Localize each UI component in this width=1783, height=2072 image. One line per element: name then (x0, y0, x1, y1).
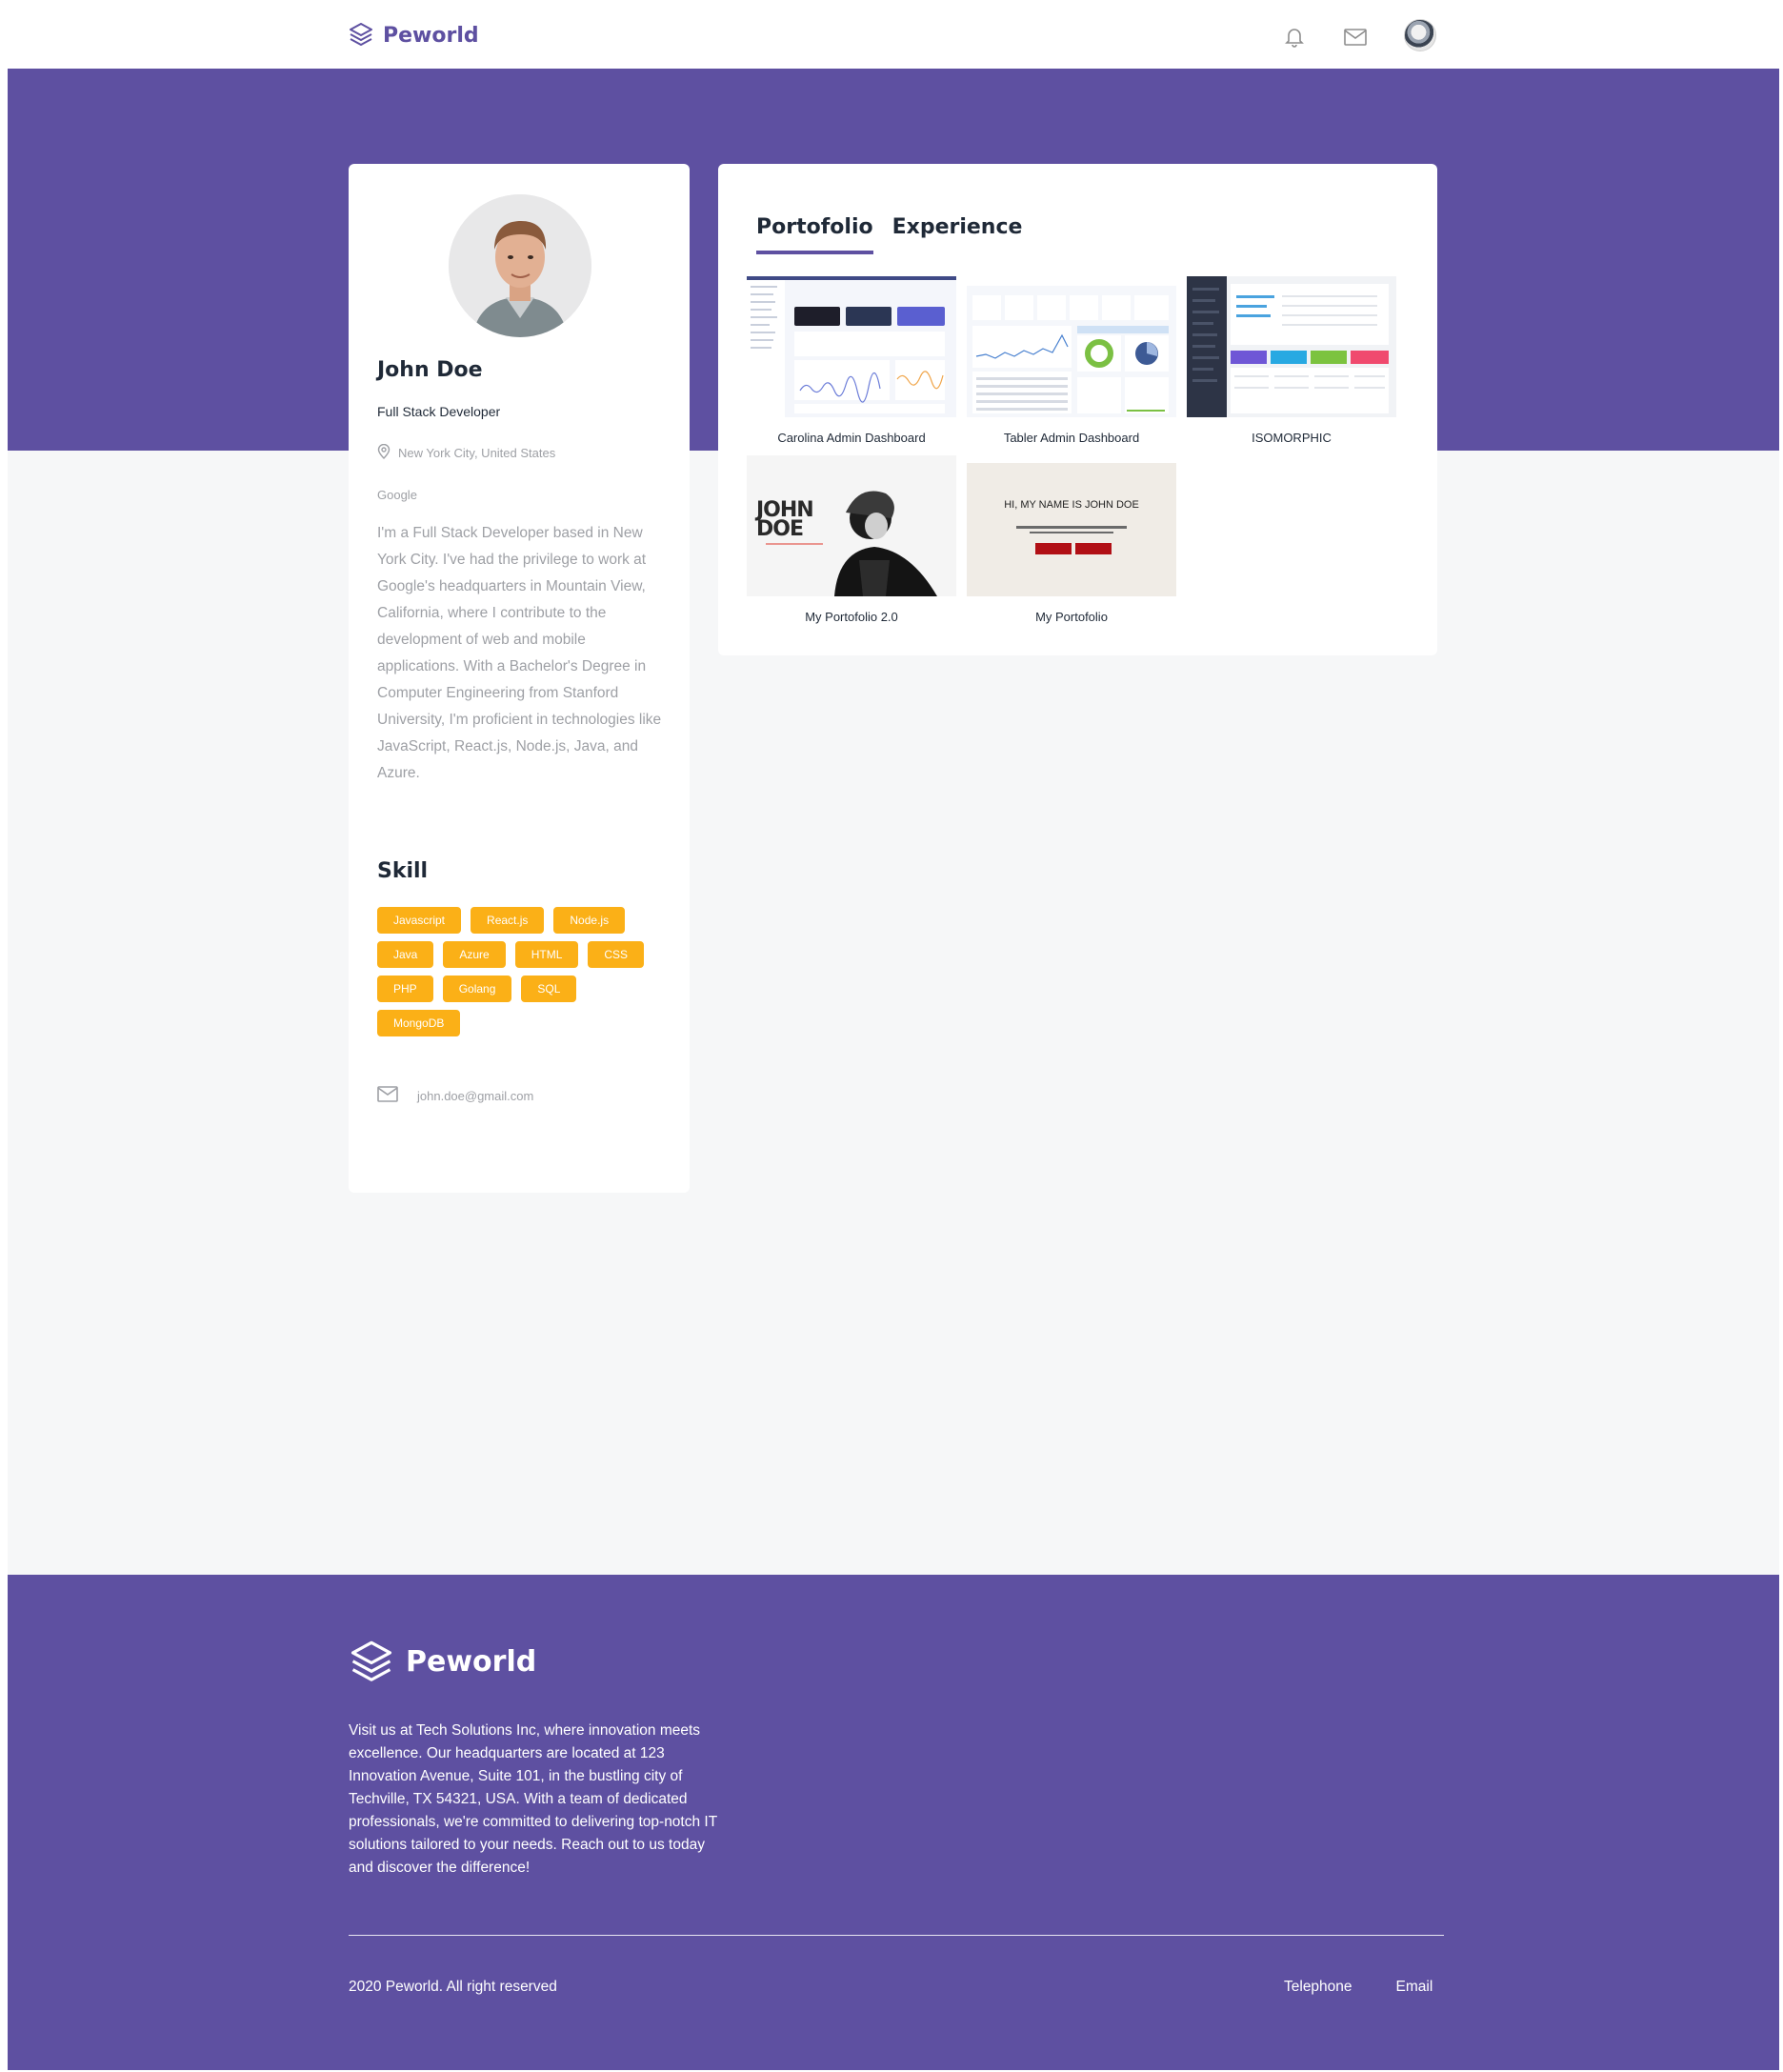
portfolio-item[interactable]: HI, MY NAME IS JOHN DOE My Portofolio (967, 455, 1176, 627)
profile-name: John Doe (377, 358, 483, 382)
portfolio-item-title: Carolina Admin Dashboard (777, 431, 926, 445)
portfolio-item-title: My Portofolio 2.0 (805, 610, 898, 624)
portfolio-item[interactable]: JOHN DOE My Portofolio 2.0 (747, 455, 956, 627)
layers-logo-icon (349, 1638, 394, 1686)
map-pin-icon (377, 443, 391, 462)
tab-portofolio[interactable]: Portofolio (756, 215, 873, 254)
profile-job-title: Full Stack Developer (377, 404, 501, 419)
brand-logo[interactable]: Peworld (349, 21, 479, 50)
skill-badge: Javascript (377, 907, 462, 934)
skill-badge: MongoDB (377, 1010, 461, 1036)
portfolio-item-title: ISOMORPHIC (1252, 431, 1332, 445)
profile-company: Google (377, 488, 417, 502)
footer-link-telephone[interactable]: Telephone (1284, 1979, 1352, 1996)
footer: Peworld Visit us at Tech Solutions Inc, … (8, 1575, 1779, 2070)
portfolio-grid: Carolina Admin Dashboard Tabler Admin Da… (747, 276, 1396, 627)
portfolio-item-title: Tabler Admin Dashboard (1003, 431, 1140, 445)
profile-photo (449, 194, 591, 337)
portfolio-item[interactable]: Tabler Admin Dashboard (967, 276, 1176, 448)
brand-name: Peworld (383, 24, 479, 48)
portfolio-item[interactable]: ISOMORPHIC (1187, 276, 1396, 448)
skill-badge: Java (377, 941, 434, 968)
profile-card: John Doe Full Stack Developer New York C… (349, 164, 690, 1193)
portfolio-card: Portofolio Experience Carolina Admin Das… (718, 164, 1437, 655)
portfolio-thumbnail (1187, 276, 1396, 417)
thumbnail-headline: HI, MY NAME IS JOHN DOE (1004, 499, 1139, 511)
portfolio-tabs: Portofolio Experience (756, 215, 1022, 254)
contact-email[interactable]: john.doe@gmail.com (377, 1086, 533, 1105)
profile-location: New York City, United States (377, 443, 556, 462)
skill-badge: PHP (377, 976, 433, 1002)
bell-icon[interactable] (1282, 25, 1307, 50)
footer-description: Visit us at Tech Solutions Inc, where in… (349, 1722, 717, 1876)
email-text: john.doe@gmail.com (417, 1088, 534, 1103)
portfolio-thumbnail (967, 276, 1176, 417)
skill-heading: Skill (377, 859, 429, 883)
footer-copyright: 2020 Peworld. All right reserved (349, 1979, 557, 1995)
layers-logo-icon (349, 21, 373, 50)
skill-badge: Node.js (553, 907, 626, 934)
tab-experience[interactable]: Experience (892, 215, 1023, 254)
page-margin (0, 69, 8, 2072)
skill-badge: SQL (521, 976, 577, 1002)
portfolio-item-title: My Portofolio (1035, 610, 1108, 624)
portfolio-thumbnail: JOHN DOE (747, 455, 956, 596)
footer-brand-name: Peworld (406, 1645, 537, 1679)
portfolio-thumbnail: HI, MY NAME IS JOHN DOE (967, 455, 1176, 596)
skill-list: Javascript React.js Node.js Java Azure H… (377, 907, 663, 1036)
portfolio-thumbnail (747, 276, 956, 417)
footer-divider (349, 1935, 1444, 1936)
skill-badge: React.js (471, 907, 545, 934)
skill-badge: Golang (442, 976, 512, 1002)
portfolio-item[interactable]: Carolina Admin Dashboard (747, 276, 956, 448)
footer-links: Telephone Email (1284, 1979, 1432, 1996)
footer-link-email[interactable]: Email (1396, 1979, 1433, 1996)
nav-actions (1282, 19, 1436, 51)
location-text: New York City, United States (398, 446, 556, 460)
mail-icon (377, 1086, 398, 1105)
skill-badge: CSS (588, 941, 645, 968)
user-avatar[interactable] (1404, 19, 1436, 51)
footer-brand[interactable]: Peworld (349, 1638, 536, 1686)
profile-bio: I'm a Full Stack Developer based in New … (377, 525, 662, 781)
top-navbar: Peworld (0, 0, 1783, 69)
skill-badge: HTML (514, 941, 579, 968)
skill-badge: Azure (443, 941, 506, 968)
mail-icon[interactable] (1343, 25, 1368, 50)
